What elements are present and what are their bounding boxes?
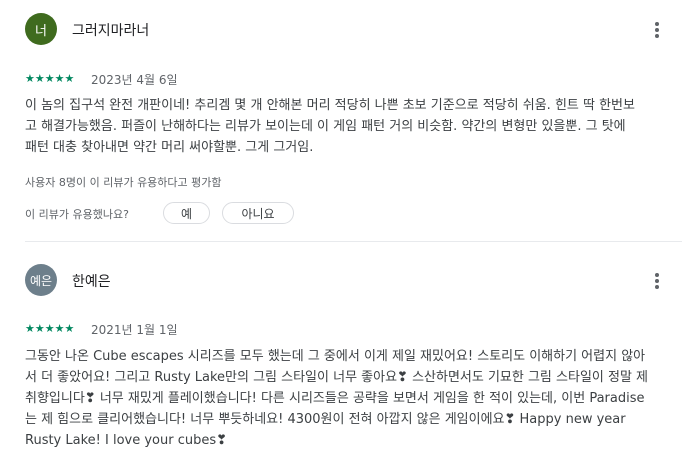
review-text: 그동안 나온 Cube escapes 시리즈를 모두 했는데 그 중에서 이게…: [25, 346, 685, 451]
review-text-line: 서 더 좋았어요! 그리고 Rusty Lake만의 그림 스타일이 너무 좋아…: [25, 370, 649, 385]
review-date: 2023년 4월 6일: [91, 73, 178, 87]
reviewer-name: 그러지마라너: [72, 23, 150, 39]
avatar: 너: [25, 13, 57, 45]
helpful-question: 이 리뷰가 유용했나요?: [25, 208, 129, 221]
star-rating: ★★★★★: [25, 72, 75, 85]
review-text-line: 는 제 힘으로 클리어했습니다! 너무 뿌듯하네요! 4300원이 전혀 아깝지…: [25, 412, 626, 427]
review-text-line: 이 놈의 집구석 완전 개판이네! 추리겜 몇 개 안해본 머리 적당히 나쁜 …: [25, 98, 635, 113]
more-vert-icon: [655, 273, 659, 289]
avatar: 예은: [25, 264, 57, 296]
review-text-line: 고 해결가능했음. 퍼즐이 난해하다는 리뷰가 보이는데 이 게임 패턴 거의 …: [25, 119, 626, 134]
review-text-line: 취향입니다❣ 너무 재밌게 플레이했습니다! 다른 시리즈들은 공략을 보면서 …: [25, 391, 645, 406]
review-date: 2021년 1월 1일: [91, 323, 178, 337]
review-text: 이 놈의 집구석 완전 개판이네! 추리겜 몇 개 안해본 머리 적당히 나쁜 …: [25, 95, 685, 158]
more-options-button[interactable]: [645, 18, 669, 42]
helpful-count: 사용자 8명이 이 리뷰가 유용하다고 평가함: [25, 176, 222, 189]
star-rating: ★★★★★: [25, 322, 75, 335]
helpful-yes-button[interactable]: 예: [163, 202, 210, 224]
more-vert-icon: [655, 22, 659, 38]
more-options-button[interactable]: [645, 269, 669, 293]
review-card: 너 그러지마라너 ★★★★★ 2023년 4월 6일 이 놈의 집구석 완전 개…: [0, 0, 698, 240]
reviewer-name: 한예은: [72, 274, 111, 290]
review-text-line: Rusty Lake! I love your cubes❣: [25, 433, 228, 448]
helpful-no-button[interactable]: 아니요: [222, 202, 294, 224]
review-text-line: 패턴 대충 찾아내면 약간 머리 써야할뿐. 그게 그거임.: [25, 140, 314, 155]
review-card: 예은 한예은 ★★★★★ 2021년 1월 1일 그동안 나온 Cube esc…: [0, 242, 698, 467]
review-text-line: 그동안 나온 Cube escapes 시리즈를 모두 했는데 그 중에서 이게…: [25, 349, 646, 364]
